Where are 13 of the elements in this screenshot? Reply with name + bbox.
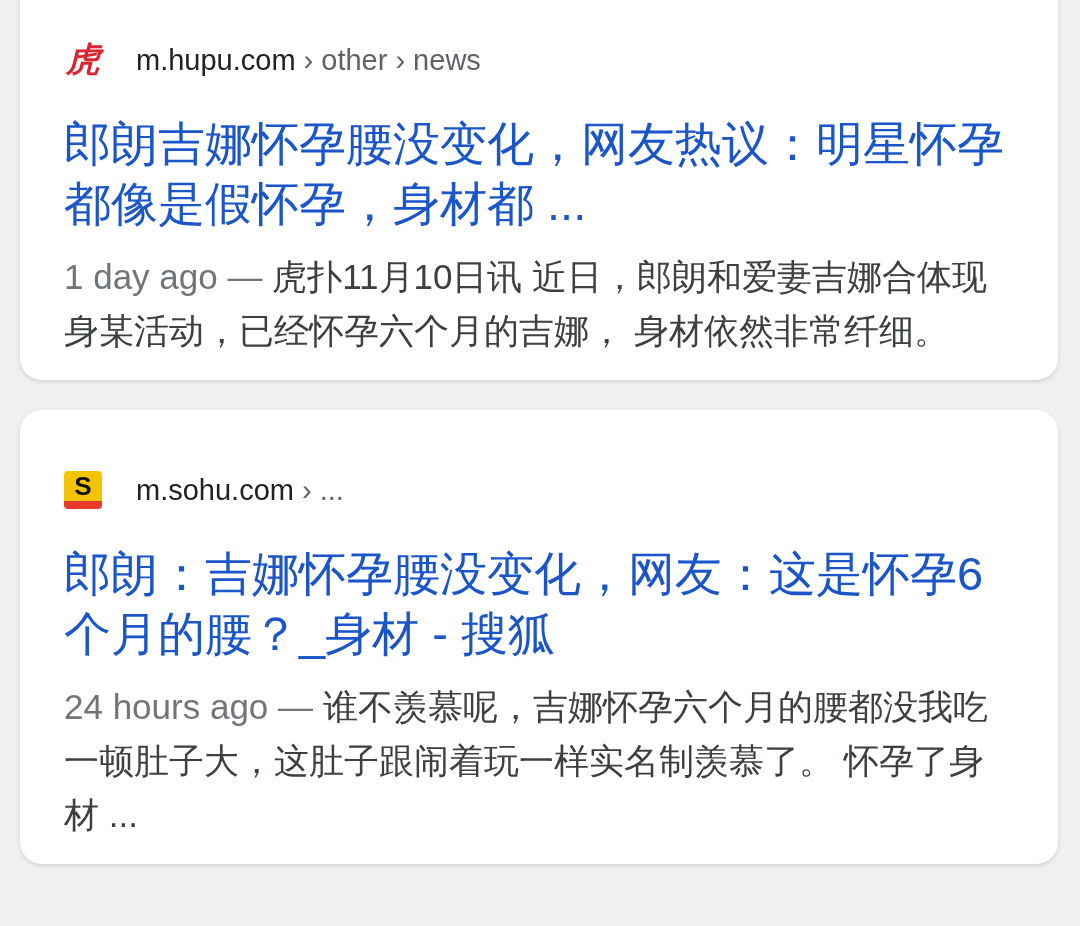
result-date: 1 day ago — [64, 257, 263, 296]
result-title-link[interactable]: 郎朗：吉娜怀孕腰没变化，网友：这是怀孕6个月的腰？_身材 - 搜狐 [64, 544, 1018, 664]
result-snippet: 1 day ago — 虎扑11月10日讯 近日，郎朗和爱妻吉娜合体现身某活动，已经怀孕六个月的吉娜， 身材依然非常纤细。 [64, 256, 989, 352]
site-logo: S [64, 471, 102, 509]
breadcrumb: › other [303, 43, 388, 77]
site-domain[interactable]: m.sohu.com [136, 473, 294, 507]
breadcrumb: › news [395, 43, 481, 77]
result-title-link[interactable]: 郎朗吉娜怀孕腰没变化，网友热议：明星怀孕都像是假怀孕，身材都 ... [64, 114, 1018, 234]
site-logo: 虎 [64, 41, 102, 79]
site-domain[interactable]: m.hupu.com [136, 43, 296, 77]
result-snippet: 24 hours ago — 谁不羡慕呢，吉娜怀孕六个月的腰都没我吃一顿肚子大，这肚子跟闹着玩一样实名制羡慕了。 怀孕了身材 ... [64, 686, 989, 836]
result-date: 24 hours ago — [64, 687, 314, 726]
breadcrumb: › ... [301, 473, 344, 507]
